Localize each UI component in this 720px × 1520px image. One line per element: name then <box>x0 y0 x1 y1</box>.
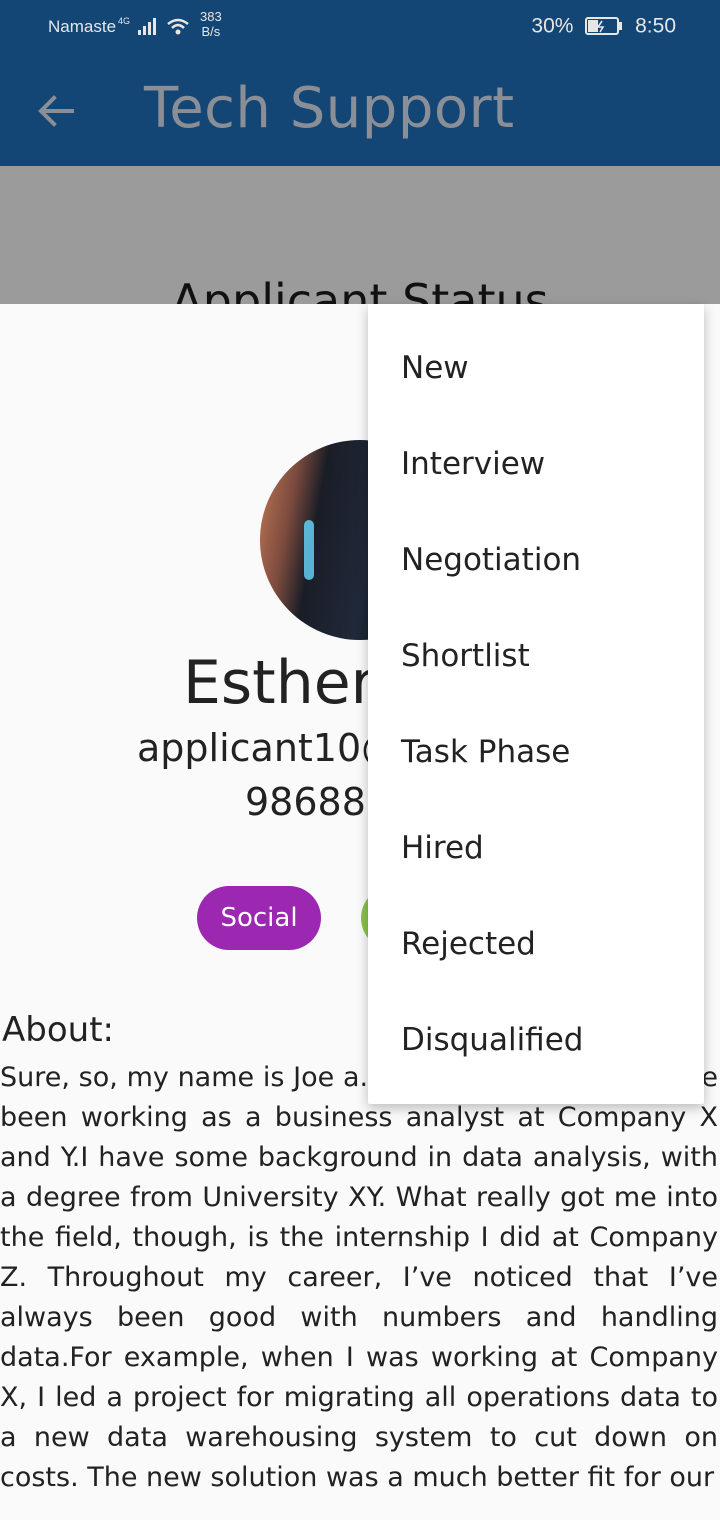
page-header-area: Applicant Status <box>0 166 720 304</box>
menu-item-new[interactable]: New <box>368 320 704 416</box>
status-right: 30% 8:50 <box>531 14 676 38</box>
status-menu: New Interview Negotiation Shortlist Task… <box>368 304 704 1104</box>
carrier-label: Namaste <box>48 16 117 36</box>
battery-icon <box>585 17 623 36</box>
avatar-detail <box>304 520 314 580</box>
speed-unit: B/s <box>201 24 221 39</box>
menu-item-interview[interactable]: Interview <box>368 416 704 512</box>
network-type: 4G <box>118 16 131 26</box>
wifi-icon <box>166 18 189 35</box>
menu-item-disqualified[interactable]: Disqualified <box>368 992 704 1088</box>
applicant-email: applicant10@ <box>137 726 400 770</box>
menu-item-shortlist[interactable]: Shortlist <box>368 608 704 704</box>
about-label: About: <box>2 1010 114 1050</box>
network-speed: 383 B/s <box>200 9 222 39</box>
back-button[interactable] <box>30 86 80 136</box>
status-left: Namaste 4G <box>48 16 190 37</box>
app-bar-title: Tech Support <box>144 76 515 141</box>
tag-chip-social[interactable]: Social <box>197 886 321 950</box>
menu-item-task-phase[interactable]: Task Phase <box>368 704 704 800</box>
status-bar: Namaste 4G 383 B/s 30% 8:50 <box>0 0 720 56</box>
about-text: Sure, so, my name is Joe a... for the pa… <box>0 1062 718 1493</box>
menu-item-hired[interactable]: Hired <box>368 800 704 896</box>
menu-item-rejected[interactable]: Rejected <box>368 896 704 992</box>
status-menu-list: New Interview Negotiation Shortlist Task… <box>368 304 704 1088</box>
menu-item-negotiation[interactable]: Negotiation <box>368 512 704 608</box>
section-title: Applicant Status <box>171 274 549 304</box>
battery-percent: 30% <box>531 14 574 38</box>
applicant-name: Esther <box>183 648 376 718</box>
app-bar: Tech Support <box>0 56 720 166</box>
arrow-left-icon <box>38 95 74 127</box>
signal-icon <box>137 17 156 35</box>
clock: 8:50 <box>635 14 676 38</box>
speed-value: 383 <box>200 9 222 24</box>
